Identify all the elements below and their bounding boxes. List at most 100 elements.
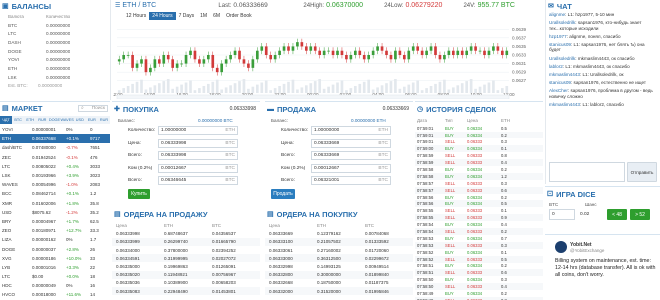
chat-user[interactable]: lablor2	[549, 64, 563, 69]
market-row[interactable]: DOGE 0.00000037 +2.8% 26	[0, 244, 110, 253]
market-row[interactable]: USD $8075.62 -1.2% 35.2	[0, 208, 110, 217]
dice-less-button[interactable]: < 48	[607, 209, 627, 220]
order-row[interactable]: 0.06335083 0.22948490 0.01453801	[112, 287, 260, 296]
order-row[interactable]: 0.06335000 0.19969863 0.01265091	[112, 262, 260, 270]
volume-bar	[376, 87, 379, 93]
market-row[interactable]: ETH 0.06337668 +0.1% 9717	[0, 134, 110, 144]
order-row[interactable]: 0.06332998 0.14993125 0.00949514	[265, 262, 413, 270]
market-row[interactable]: WAVES 0.00054996 -1.0% 2083	[0, 180, 110, 189]
order-row[interactable]: 0.06334591 0.31999995 0.02027072	[112, 254, 260, 263]
market-tab[interactable]: USD	[74, 116, 86, 124]
buy-field-input[interactable]: 0.06333998 BTC	[158, 151, 238, 161]
sell-field-input[interactable]: 1.00000000 ETH	[311, 126, 391, 136]
candle	[264, 46, 268, 55]
order-row[interactable]: 0.06335036 0.10389900 0.00658203	[112, 279, 260, 287]
market-tab[interactable]: WAVES	[60, 116, 73, 124]
order-row[interactable]: 0.06333669 0.12379162 0.00784068	[265, 230, 413, 238]
buy-field-input[interactable]: 1.00000000 ETH	[158, 126, 238, 136]
candle	[429, 46, 433, 51]
buy-button[interactable]: Купить	[128, 189, 150, 199]
chat-user[interactable]: Urallsoledrilk	[549, 20, 575, 25]
market-search-input[interactable]: ⌕ Поиск	[78, 104, 108, 112]
chat-user[interactable]: hzp1977	[549, 34, 567, 39]
chat-user[interactable]: mkmaslim4443	[549, 72, 580, 77]
chat-user[interactable]: alignme	[549, 12, 565, 17]
order-row[interactable]: 0.06332668 0.18750000 0.01187375	[265, 279, 413, 287]
order-row[interactable]: 0.06332000 0.31520000 0.01995846	[265, 287, 413, 296]
buy-field-label: Всего:	[128, 153, 142, 159]
sell-button[interactable]: Продать	[271, 189, 295, 199]
order-row[interactable]: 0.06333998 0.68748637 0.04356537	[112, 230, 260, 238]
order-row[interactable]: 0.06332800 0.30000000 0.01899840	[265, 270, 413, 279]
market-row[interactable]: LSK 0.00193966 +3.9% 3023	[0, 171, 110, 180]
market-price: 0.01942524	[32, 154, 56, 160]
chart-tab[interactable]: 6M	[210, 12, 223, 20]
market-row[interactable]: HDC 0.00000049 0% 16	[0, 281, 110, 290]
market-row[interactable]: LTC $0.00 +0.0% 18	[0, 272, 110, 281]
chart-navigator[interactable]	[116, 94, 510, 99]
sell-field-input[interactable]: 0.06333669 BTC	[311, 138, 391, 148]
sell-field-input[interactable]: 0.06321001 BTC	[311, 176, 391, 186]
market-row[interactable]: YOVI 0.00000001 0% 0	[0, 125, 110, 134]
chat-input[interactable]	[549, 162, 625, 182]
sell-field-input[interactable]: 0.06333669 BTC	[311, 151, 391, 161]
dice-more-button[interactable]: > 52	[630, 209, 650, 220]
market-tab[interactable]: RUR	[98, 116, 110, 124]
history-row: 07:58:55 SELL 0.06333 0.9	[415, 214, 543, 222]
chat-user[interactable]: stanicus09	[549, 42, 571, 47]
candle	[184, 55, 188, 64]
volume-bar	[465, 81, 469, 93]
trade-date: 07:59:00	[417, 146, 434, 152]
market-row[interactable]: HVCO 0.00018000 +11.6% 14	[0, 290, 110, 299]
market-row[interactable]: ZEO 0.00180971 +12.7% 33.3	[0, 226, 110, 235]
buy-field-input[interactable]: 0.00012667 BTC	[158, 163, 238, 173]
buy-field-input[interactable]: 0.06346645 BTC	[158, 176, 238, 186]
market-tab[interactable]: ETH	[24, 116, 36, 124]
history-row: 07:58:49 BUY 0.06334 0.2	[415, 290, 543, 297]
chat-user[interactable]: mkmaslim4443	[549, 102, 580, 107]
market-tab[interactable]: RUR	[36, 116, 48, 124]
history-row: 07:59:01 BUY 0.06334 0.5	[415, 125, 543, 132]
market-row[interactable]: LIZA 0.00000162 0% 1.7	[0, 235, 110, 244]
order-row[interactable]: 0.06333100 0.21057502 0.01333592	[265, 237, 413, 247]
market-row[interactable]: BRY 0.00004967 +1.7% 62.5	[0, 217, 110, 226]
dice-title: ИГРА DICE	[556, 189, 596, 199]
chart-tab[interactable]: 24 Hours	[149, 12, 176, 20]
sell-field-input[interactable]: 0.00012667 BTC	[311, 163, 391, 173]
market-row[interactable]: XVG 0.00000186 +10.0% 33	[0, 254, 110, 263]
price-chart[interactable]: 0.0639 0.0637 0.0635 0.0633 0.0631 0.0629 0.06…	[113, 21, 538, 99]
order-row[interactable]: 0.06334000 0.37800000 0.02394252	[112, 246, 260, 254]
chart-tab[interactable]: 12 Hours	[123, 12, 149, 20]
market-volume: 35.2	[90, 209, 99, 215]
market-row[interactable]: LTC 0.00805022 +0.4% 3033	[0, 162, 110, 171]
volume-bar	[229, 85, 232, 93]
order-row[interactable]: 0.06335020 0.11948921 0.00756967	[112, 270, 260, 279]
market-tab[interactable]: ЧДТ	[0, 116, 13, 124]
order-row[interactable]: 0.06333000 0.36312500 0.02299672	[265, 254, 413, 263]
chat-user[interactable]: AlexCher	[549, 88, 568, 93]
candle	[376, 46, 379, 51]
chart-tab[interactable]: Order Book	[223, 12, 255, 20]
market-row[interactable]: LYB 0.00001016 +3.3% 22	[0, 263, 110, 272]
market-tab[interactable]: EUR	[86, 116, 98, 124]
dice-chance-input[interactable]: 0.02	[578, 209, 604, 220]
chat-user[interactable]: stanicus09	[549, 80, 571, 85]
buy-field-input[interactable]: 0.06333998 BTC	[158, 138, 238, 148]
market-row[interactable]: XMR 0.01602006 +1.8% 35.8	[0, 199, 110, 208]
candle	[411, 46, 415, 51]
chat-user[interactable]: Urallsoledrilk	[549, 56, 575, 61]
dice-bet-input[interactable]: 0	[549, 209, 575, 220]
order-row[interactable]: 0.06333061 0.27160002 0.01720060	[265, 246, 413, 254]
chart-tab[interactable]: 1M	[197, 12, 210, 20]
market-row[interactable]: dash/BTC 0.07480000 -0.7% 7651	[0, 143, 110, 152]
market-tab[interactable]: BTC	[12, 116, 24, 124]
market-row[interactable]: ZEC 0.01942524 -0.1% 476	[0, 153, 110, 162]
twitter-handle[interactable]: @YobitExchange	[570, 248, 604, 253]
chart-tab[interactable]: 7 Days	[176, 12, 198, 20]
balances-title: БАЛАНСЫ	[11, 1, 52, 11]
chat-send-button[interactable]: Отправить	[627, 162, 657, 182]
order-row[interactable]: 0.06333999 0.26299740 0.01665790	[112, 237, 260, 247]
volume-bar	[171, 88, 175, 93]
market-tab[interactable]: DOGE	[48, 116, 60, 124]
market-row[interactable]: BCC 0.08462714 +0.1% 1.2	[0, 189, 110, 198]
